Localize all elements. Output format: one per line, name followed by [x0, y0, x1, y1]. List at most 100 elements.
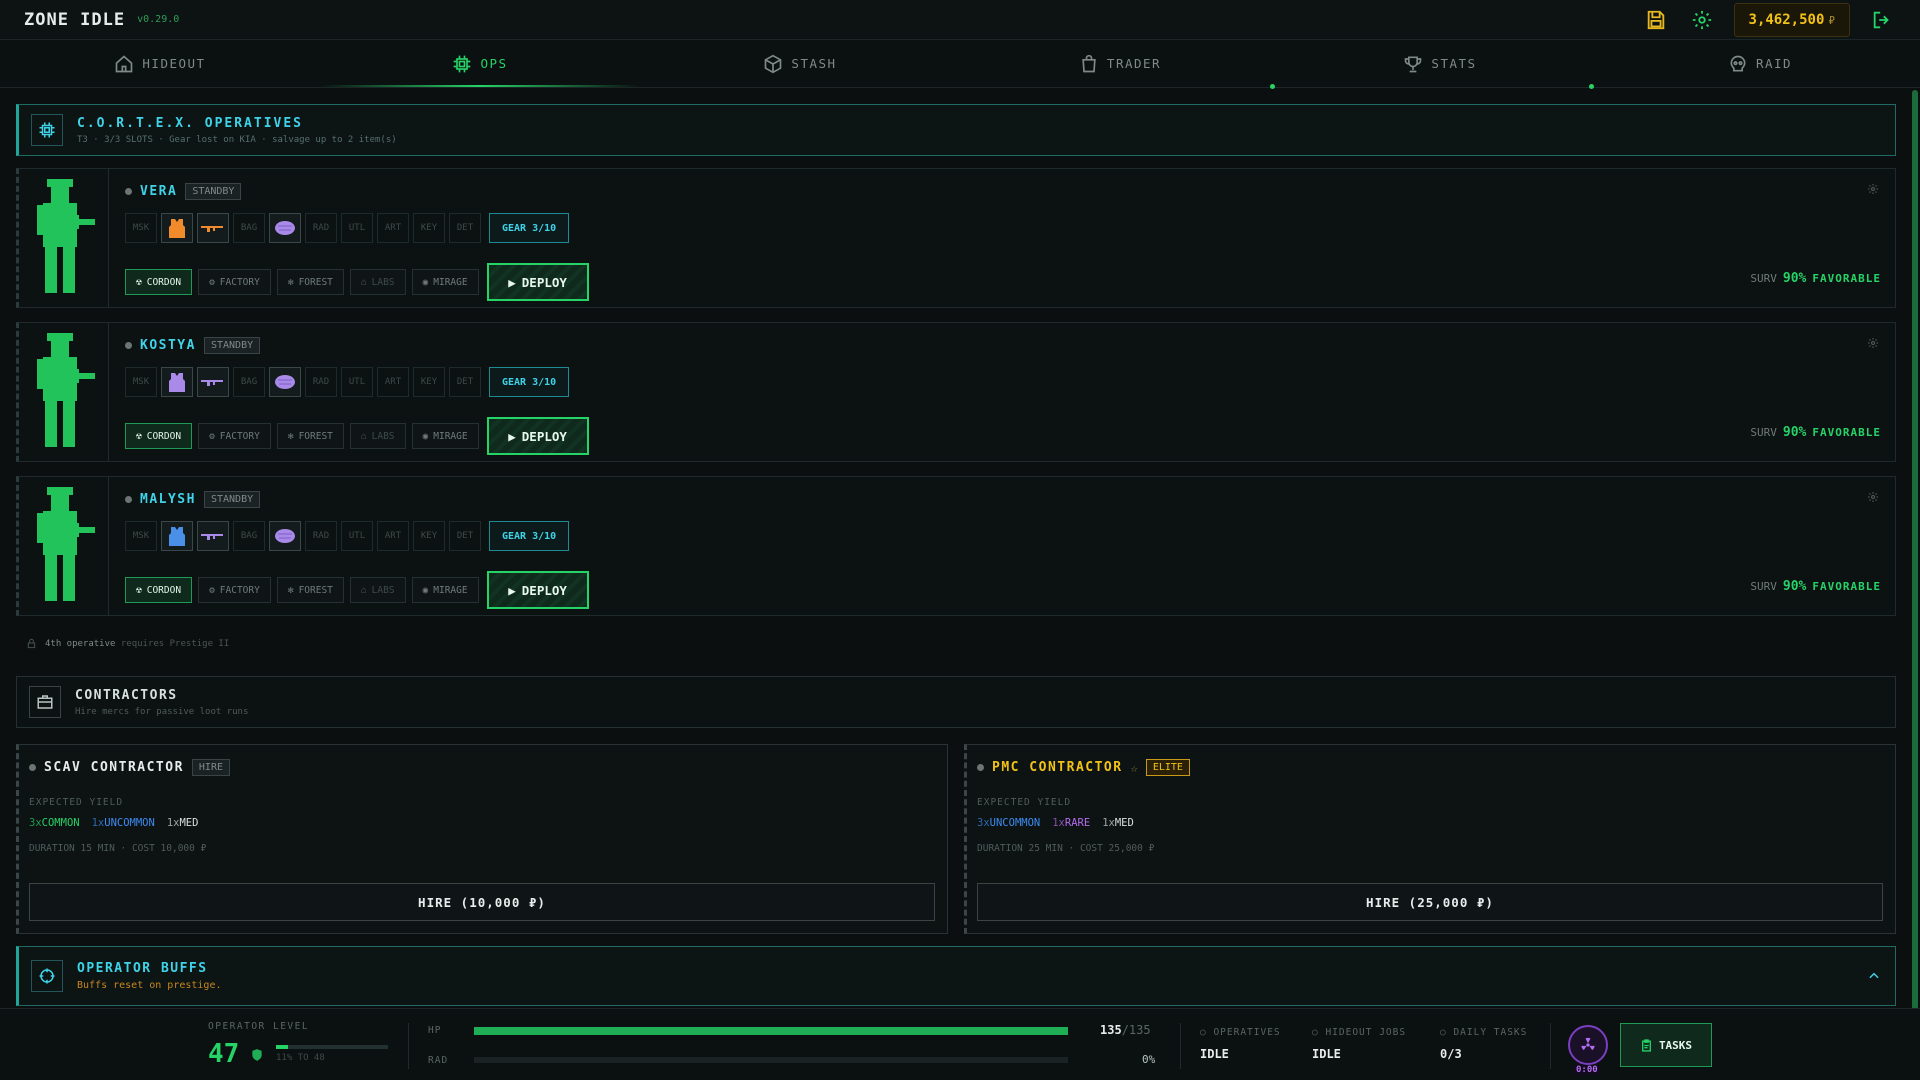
zone-button-factory[interactable]: ⚙ FACTORY: [198, 423, 271, 449]
empty-slot-rad[interactable]: RAD: [305, 213, 337, 243]
zone-button-cordon[interactable]: ☢ CORDON: [125, 577, 193, 603]
zone-button-factory[interactable]: ⚙ FACTORY: [198, 269, 271, 295]
gear-icon[interactable]: [1688, 6, 1716, 34]
zone-button-mirage[interactable]: ◉ MIRAGE: [411, 577, 479, 603]
zone-icon: ⚙: [209, 430, 215, 442]
hire-button[interactable]: HIRE (25,000 ₽): [977, 883, 1883, 921]
zone-button-labs[interactable]: ⌂ LABS: [349, 269, 406, 295]
gear-button[interactable]: GEAR 3/10: [489, 367, 570, 397]
empty-slot-key[interactable]: KEY: [413, 367, 445, 397]
empty-slot-bag[interactable]: BAG: [233, 213, 265, 243]
level-progress-fill: [276, 1045, 289, 1049]
tasks-button[interactable]: TASKS: [1620, 1023, 1712, 1067]
play-icon: ▶: [508, 428, 516, 444]
zone-button-labs[interactable]: ⌂ LABS: [349, 577, 406, 603]
empty-slot-utl[interactable]: UTL: [341, 213, 373, 243]
settings-icon[interactable]: [1867, 491, 1879, 506]
empty-slot-key[interactable]: KEY: [413, 213, 445, 243]
tab-ops[interactable]: OPS: [320, 40, 640, 87]
operative-avatar-icon: [37, 179, 95, 293]
surv-percent: 90%: [1782, 579, 1807, 594]
tab-label: STATS: [1431, 56, 1477, 71]
hire-badge: HIRE: [191, 759, 230, 776]
settings-icon[interactable]: [1867, 183, 1879, 198]
zone-icon: ◉: [422, 276, 429, 288]
hideout-jobs-label: ○ HIDEOUT JOBS: [1312, 1027, 1407, 1038]
zone-button-mirage[interactable]: ◉ MIRAGE: [411, 269, 479, 295]
empty-slot-msk[interactable]: MSK: [125, 521, 157, 551]
deploy-button[interactable]: ▶ DEPLOY: [486, 417, 589, 455]
backpack-slot[interactable]: [269, 521, 301, 551]
save-icon[interactable]: [1642, 6, 1670, 34]
buffs-section-header[interactable]: OPERATOR BUFFS Buffs reset on prestige.: [16, 946, 1896, 1006]
radiation-icon: [1581, 1037, 1595, 1051]
weapon-slot[interactable]: [197, 367, 229, 397]
zone-icon: ✻: [287, 430, 294, 442]
chip-icon: [31, 114, 63, 146]
zone-button-labs[interactable]: ⌂ LABS: [349, 423, 406, 449]
logout-icon[interactable]: [1868, 6, 1896, 34]
armor-slot[interactable]: [161, 213, 193, 243]
empty-slot-key[interactable]: KEY: [413, 521, 445, 551]
radiation-timer[interactable]: [1568, 1025, 1608, 1065]
level-progress-text: 11% TO 48: [276, 1053, 325, 1063]
gear-button[interactable]: GEAR 3/10: [489, 213, 570, 243]
hideout-label-text: HIDEOUT JOBS: [1325, 1027, 1407, 1038]
empty-slot-art[interactable]: ART: [377, 213, 409, 243]
empty-slot-rad[interactable]: RAD: [305, 367, 337, 397]
armor-slot[interactable]: [161, 521, 193, 551]
zone-button-factory[interactable]: ⚙ FACTORY: [198, 577, 271, 603]
rad-value: 0%: [1142, 1053, 1156, 1066]
play-icon: ▶: [508, 274, 516, 290]
backpack-slot[interactable]: [269, 367, 301, 397]
zone-button-forest[interactable]: ✻ FOREST: [276, 269, 344, 295]
hire-button[interactable]: HIRE (10,000 ₽): [29, 883, 935, 921]
empty-slot-bag[interactable]: BAG: [233, 521, 265, 551]
tab-stats[interactable]: STATS: [1280, 40, 1600, 87]
deploy-button[interactable]: ▶ DEPLOY: [486, 571, 589, 609]
zone-label: CORDON: [146, 584, 182, 596]
daily-label-text: DAILY TASKS: [1453, 1027, 1528, 1038]
empty-slot-msk[interactable]: MSK: [125, 367, 157, 397]
zone-button-mirage[interactable]: ◉ MIRAGE: [411, 423, 479, 449]
gear-button[interactable]: GEAR 3/10: [489, 521, 570, 551]
weapon-slot[interactable]: [197, 521, 229, 551]
empty-slot-rad[interactable]: RAD: [305, 521, 337, 551]
zone-selector: ☢ CORDON ⚙ FACTORY ✻ FOREST ⌂ LABS ◉ MIRAGE ▶ DEPL…: [125, 571, 589, 609]
rifle-icon: [201, 534, 223, 540]
scrollbar[interactable]: [1912, 90, 1918, 1010]
tab-stash[interactable]: STASH: [640, 40, 960, 87]
empty-slot-det[interactable]: DET: [449, 367, 481, 397]
tab-hideout[interactable]: HIDEOUT: [0, 40, 320, 87]
surv-label: SURV: [1750, 580, 1777, 593]
operative-card: VERA STANDBY MSK BAG RAD UTL ART KEY DET GEAR …: [16, 168, 1896, 308]
daily-tasks-value: 0/3: [1440, 1047, 1462, 1061]
empty-slot-msk[interactable]: MSK: [125, 213, 157, 243]
zone-icon: ⚙: [209, 584, 215, 596]
star-icon: ☆: [1130, 760, 1138, 775]
yield-label: EXPECTED YIELD: [29, 797, 124, 808]
weapon-slot[interactable]: [197, 213, 229, 243]
tab-trader[interactable]: TRADER: [960, 40, 1280, 87]
empty-slot-art[interactable]: ART: [377, 367, 409, 397]
empty-slot-det[interactable]: DET: [449, 521, 481, 551]
empty-slot-bag[interactable]: BAG: [233, 367, 265, 397]
deploy-button[interactable]: ▶ DEPLOY: [486, 263, 589, 301]
backpack-slot[interactable]: [269, 213, 301, 243]
empty-slot-art[interactable]: ART: [377, 521, 409, 551]
zone-button-cordon[interactable]: ☢ CORDON: [125, 423, 193, 449]
section-title: CONTRACTORS: [75, 687, 178, 703]
empty-slot-utl[interactable]: UTL: [341, 367, 373, 397]
zone-button-cordon[interactable]: ☢ CORDON: [125, 269, 193, 295]
status-dot: [977, 764, 984, 771]
chip-icon: [454, 55, 471, 72]
settings-icon[interactable]: [1867, 337, 1879, 352]
empty-slot-utl[interactable]: UTL: [341, 521, 373, 551]
empty-slot-det[interactable]: DET: [449, 213, 481, 243]
zone-button-forest[interactable]: ✻ FOREST: [276, 423, 344, 449]
contractors-section-header: CONTRACTORS Hire mercs for passive loot …: [16, 676, 1896, 728]
armor-slot[interactable]: [161, 367, 193, 397]
tab-raid[interactable]: RAID: [1600, 40, 1920, 87]
zone-button-forest[interactable]: ✻ FOREST: [276, 577, 344, 603]
shield-icon: [252, 1049, 262, 1061]
